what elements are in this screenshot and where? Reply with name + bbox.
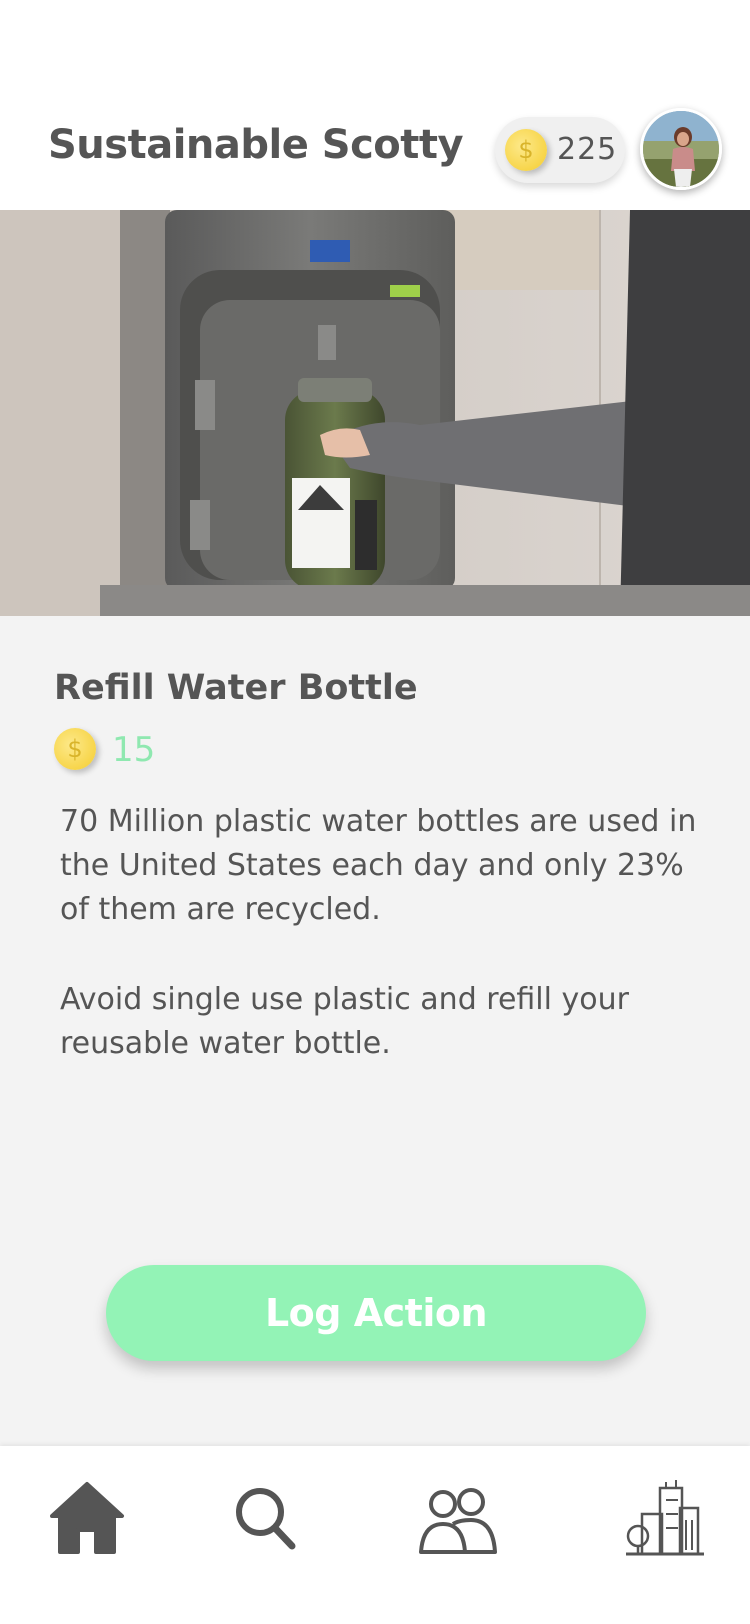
app-title: Sustainable Scotty bbox=[48, 122, 464, 168]
hero-image bbox=[0, 210, 750, 616]
action-description: 70 Million plastic water bottles are use… bbox=[60, 800, 720, 1112]
description-paragraph: Avoid single use plastic and refill your… bbox=[60, 982, 629, 1061]
coin-count: 225 bbox=[557, 132, 618, 167]
bottom-tab-bar bbox=[0, 1446, 750, 1624]
home-icon[interactable] bbox=[42, 1474, 132, 1564]
reward-value: 15 bbox=[112, 730, 156, 770]
description-paragraph: 70 Million plastic water bottles are use… bbox=[60, 804, 697, 927]
log-action-button[interactable]: Log Action bbox=[106, 1265, 646, 1361]
search-icon[interactable] bbox=[220, 1474, 310, 1564]
action-title: Refill Water Bottle bbox=[54, 668, 418, 708]
coin-balance[interactable]: $ 225 bbox=[495, 117, 625, 183]
coin-icon: $ bbox=[54, 728, 96, 770]
coin-icon: $ bbox=[505, 129, 547, 171]
profile-avatar[interactable] bbox=[640, 108, 722, 190]
people-icon[interactable] bbox=[413, 1474, 503, 1564]
app-header: Sustainable Scotty $ 225 bbox=[0, 0, 750, 210]
city-icon[interactable] bbox=[620, 1474, 710, 1564]
